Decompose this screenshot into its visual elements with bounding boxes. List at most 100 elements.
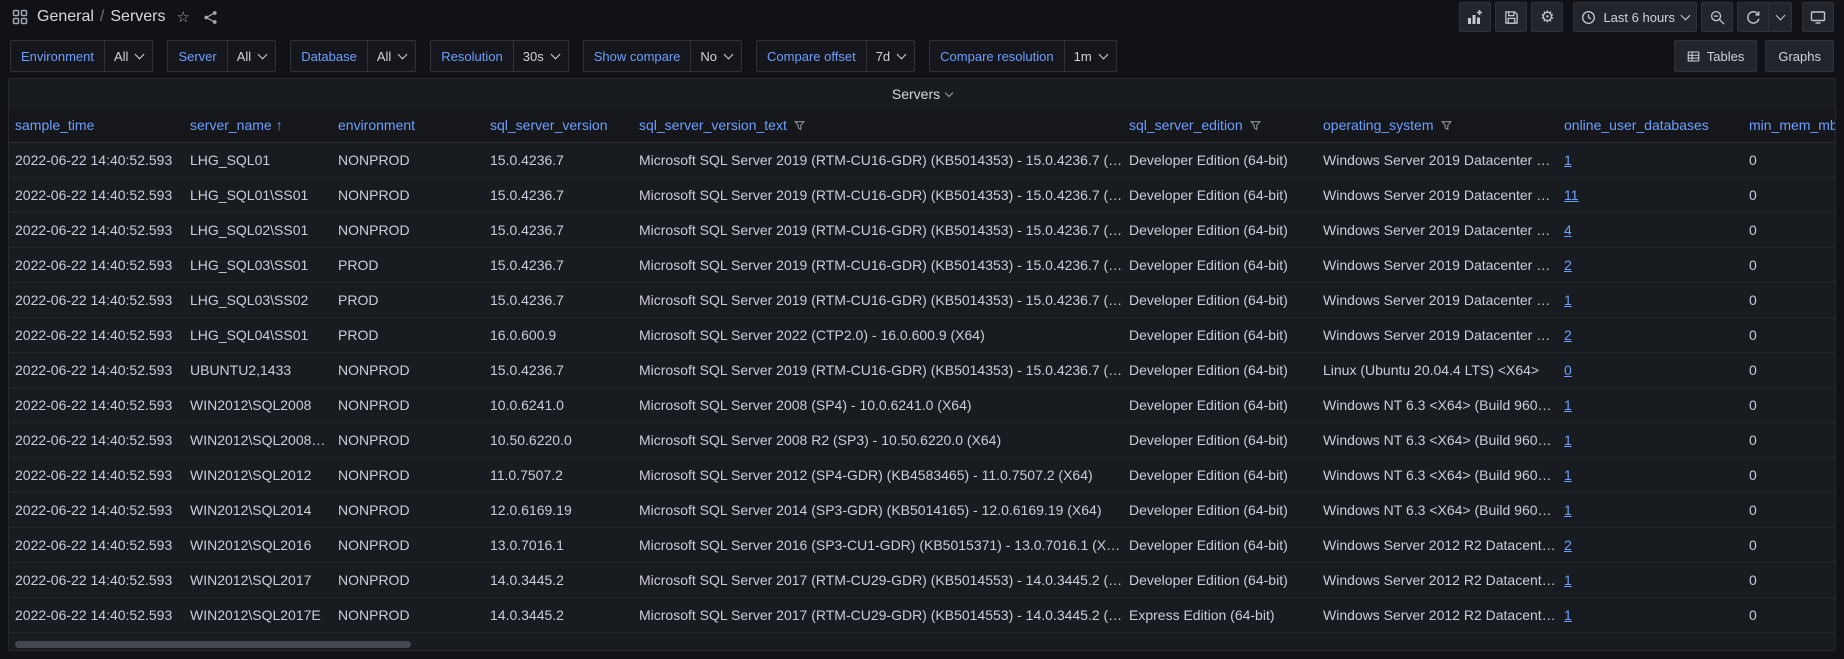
chevron-down-icon — [397, 49, 408, 59]
filter-show-compare: Show compare No — [582, 40, 743, 72]
online-databases-link[interactable]: 1 — [1564, 292, 1572, 308]
chevron-down-icon — [134, 49, 145, 59]
online-databases-link[interactable]: 1 — [1564, 572, 1572, 588]
online-databases-link[interactable]: 2 — [1564, 537, 1572, 553]
cell-operating_system: Windows Server 2019 Datacenter … — [1317, 247, 1558, 283]
filter-label[interactable]: Server — [167, 40, 228, 72]
view-button-label: Graphs — [1778, 48, 1821, 64]
filter-resolution: Resolution 30s — [430, 40, 569, 72]
column-header-online_user_databases[interactable]: online_user_databases — [1558, 109, 1743, 143]
cell-server_name: WIN2012\SQL2014 — [184, 492, 332, 528]
column-header-operating_system[interactable]: operating_system — [1317, 109, 1558, 143]
column-header-sql_server_version_text[interactable]: sql_server_version_text — [633, 109, 1123, 143]
panel-header[interactable]: Servers — [9, 79, 1835, 109]
cell-sql_server_version: 15.0.4236.7 — [484, 142, 633, 178]
filter-label[interactable]: Resolution — [430, 40, 514, 72]
column-header-environment[interactable]: environment — [332, 109, 484, 143]
filter-label[interactable]: Compare resolution — [929, 40, 1065, 72]
zoom-out-button[interactable] — [1701, 2, 1733, 32]
breadcrumb-folder[interactable]: General — [37, 8, 94, 26]
filter-controls: Environment All Server All Database All Resolu… — [10, 40, 1117, 72]
cell-sql_server_version: 15.0.4236.7 — [484, 247, 633, 283]
filter-label[interactable]: Database — [290, 40, 368, 72]
cell-server_name: LHG_SQL01 — [184, 142, 332, 178]
panel-title: Servers — [891, 86, 941, 102]
online-databases-link[interactable]: 1 — [1564, 432, 1572, 448]
cell-sql_server_version: 15.0.4236.7 — [484, 352, 633, 388]
cell-sample_time: 2022-06-22 14:40:52.593 — [9, 562, 184, 598]
filter-value-dropdown[interactable]: All — [104, 40, 154, 72]
cell-sample_time: 2022-06-22 14:40:52.593 — [9, 597, 184, 633]
cell-min_mem_mb: 0 — [1743, 387, 1835, 423]
cell-sql_server_version: 14.0.3445.2 — [484, 562, 633, 598]
share-dashboard-button[interactable] — [201, 8, 220, 27]
refresh-button[interactable] — [1737, 2, 1769, 32]
filter-value-dropdown[interactable]: No — [691, 40, 743, 72]
tv-icon — [1810, 9, 1826, 25]
table-row: 2022-06-22 14:40:52.593 LHG_SQL02\SS01 NON… — [9, 212, 1835, 248]
refresh-interval-dropdown[interactable] — [1768, 2, 1792, 32]
cell-online_user_databases: 2 — [1558, 247, 1743, 283]
cell-sample_time: 2022-06-22 14:40:52.593 — [9, 247, 184, 283]
filter-label[interactable]: Environment — [10, 40, 105, 72]
online-databases-link[interactable]: 4 — [1564, 222, 1572, 238]
cell-sql_server_edition: Developer Edition (64-bit) — [1123, 527, 1317, 563]
time-range-picker[interactable]: Last 6 hours — [1573, 2, 1697, 32]
filter-funnel-icon[interactable] — [1440, 118, 1452, 134]
online-databases-link[interactable]: 1 — [1564, 467, 1572, 483]
filter-label[interactable]: Compare offset — [756, 40, 867, 72]
save-dashboard-button[interactable] — [1495, 2, 1528, 32]
star-dashboard-button[interactable]: ☆ — [175, 8, 192, 27]
cell-sql_server_edition: Developer Edition (64-bit) — [1123, 177, 1317, 213]
tables-view-button[interactable]: Tables — [1673, 40, 1758, 72]
dashboard-settings-button[interactable]: ⚙ — [1531, 2, 1564, 32]
filter-value-dropdown[interactable]: 7d — [866, 40, 916, 72]
column-label: sample_time — [15, 117, 95, 134]
filter-funnel-icon[interactable] — [1249, 118, 1261, 134]
filter-value-dropdown[interactable]: All — [227, 40, 277, 72]
horizontal-scrollbar-thumb[interactable] — [15, 641, 411, 648]
cycle-view-button[interactable] — [1802, 2, 1834, 32]
cell-min_mem_mb: 0 — [1743, 352, 1835, 388]
filter-value-dropdown[interactable]: All — [367, 40, 417, 72]
column-header-server_name[interactable]: server_name ↑ — [184, 109, 332, 143]
column-header-sample_time[interactable]: sample_time — [9, 109, 184, 143]
online-databases-link[interactable]: 1 — [1564, 397, 1572, 413]
cell-online_user_databases: 11 — [1558, 177, 1743, 213]
filter-value-dropdown[interactable]: 1m — [1064, 40, 1117, 72]
save-icon — [1504, 10, 1519, 25]
cell-environment: NONPROD — [332, 492, 484, 528]
cell-sql_server_version_text: Microsoft SQL Server 2008 (SP4) - 10.0.6… — [633, 387, 1123, 423]
cell-environment: NONPROD — [332, 597, 484, 633]
filter-label[interactable]: Show compare — [582, 40, 692, 72]
column-header-sql_server_version[interactable]: sql_server_version — [484, 109, 633, 143]
cell-sql_server_edition: Developer Edition (64-bit) — [1123, 247, 1317, 283]
refresh-icon — [1746, 10, 1761, 25]
cell-sql_server_version_text: Microsoft SQL Server 2019 (RTM-CU16-GDR)… — [633, 247, 1123, 283]
column-header-sql_server_edition[interactable]: sql_server_edition — [1123, 109, 1317, 143]
filter-value-dropdown[interactable]: 30s — [513, 40, 569, 72]
breadcrumb-dashboard[interactable]: Servers — [110, 8, 165, 26]
sort-asc-icon: ↑ — [275, 117, 283, 134]
add-panel-button[interactable] — [1459, 2, 1492, 32]
cell-online_user_databases: 1 — [1558, 562, 1743, 598]
online-databases-link[interactable]: 1 — [1564, 607, 1572, 623]
online-databases-link[interactable]: 11 — [1564, 187, 1579, 203]
cell-environment: NONPROD — [332, 457, 484, 493]
cell-sql_server_version: 14.0.3445.2 — [484, 597, 633, 633]
clock-icon — [1581, 10, 1596, 25]
online-databases-link[interactable]: 1 — [1564, 502, 1572, 518]
cell-sql_server_edition: Developer Edition (64-bit) — [1123, 317, 1317, 353]
online-databases-link[interactable]: 0 — [1564, 362, 1572, 378]
online-databases-link[interactable]: 2 — [1564, 327, 1572, 343]
cell-min_mem_mb: 0 — [1743, 142, 1835, 178]
cell-online_user_databases: 2 — [1558, 527, 1743, 563]
online-databases-link[interactable]: 2 — [1564, 257, 1572, 273]
filter-funnel-icon[interactable] — [793, 118, 805, 134]
star-icon: ☆ — [176, 7, 190, 26]
cell-environment: NONPROD — [332, 562, 484, 598]
online-databases-link[interactable]: 1 — [1564, 152, 1572, 168]
column-header-min_mem_mb[interactable]: min_mem_mb — [1743, 109, 1835, 143]
graphs-view-button[interactable]: Graphs — [1765, 40, 1834, 72]
cell-sql_server_edition: Developer Edition (64-bit) — [1123, 212, 1317, 248]
